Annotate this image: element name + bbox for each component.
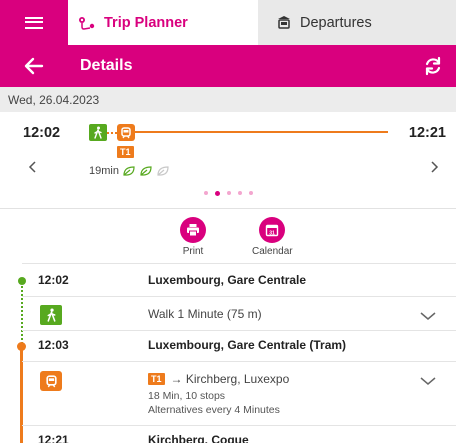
chevron-down-icon	[420, 377, 436, 385]
arrow-left-icon	[24, 57, 44, 75]
timeline-stop-dot	[18, 277, 26, 285]
trip-duration: 19min	[89, 165, 170, 177]
stop-time: 12:21	[38, 433, 69, 443]
timeline-stop-dot	[17, 342, 26, 351]
pager-dot[interactable]	[203, 191, 208, 195]
row-separator	[22, 263, 456, 264]
tab-departures-label: Departures	[300, 14, 372, 31]
tab-trip-planner-label: Trip Planner	[104, 14, 188, 31]
calendar-button[interactable]: 31 Calendar	[252, 217, 293, 257]
tab-departures[interactable]: Departures	[258, 0, 456, 45]
leaf-outline-icon	[156, 165, 170, 177]
leaf-icon	[139, 165, 153, 177]
tram-leg-info: 18 Min, 10 stops	[148, 390, 226, 402]
print-button[interactable]: Print	[180, 217, 206, 257]
chevron-down-icon	[420, 312, 436, 320]
menu-button[interactable]	[0, 0, 68, 45]
row-separator	[22, 296, 456, 297]
calendar-label: Calendar	[252, 246, 293, 257]
tab-trip-planner[interactable]: Trip Planner	[68, 0, 258, 45]
row-separator	[22, 361, 456, 362]
print-label: Print	[182, 246, 204, 257]
chevron-left-icon	[28, 161, 36, 173]
tram-frequency: Alternatives every 4 Minutes	[148, 404, 280, 416]
arrival-time: 12:21	[408, 125, 446, 141]
details-header: Details	[0, 45, 456, 87]
departure-time: 12:02	[23, 125, 61, 141]
tram-destination: Kirchberg, Luxexpo	[185, 372, 290, 386]
timeline-walk-segment	[21, 282, 23, 344]
expand-walk-button[interactable]	[418, 309, 438, 321]
walk-connector	[107, 132, 117, 134]
journey-summary[interactable]: 12:02 12:21 T1 19min	[0, 112, 456, 207]
line-badge: T1	[148, 373, 165, 385]
page-title: Details	[80, 57, 133, 74]
stop-name[interactable]: Kirchberg, Coque	[148, 433, 249, 443]
tram-leg-heading: T1 → Kirchberg, Luxexpo	[148, 372, 289, 386]
route-line	[135, 131, 388, 133]
chevron-right-icon	[431, 161, 439, 173]
calendar-icon: 31	[259, 217, 286, 243]
stop-time: 12:02	[38, 273, 69, 287]
back-button[interactable]	[22, 55, 46, 77]
tram-icon	[40, 371, 62, 391]
pager-dot[interactable]	[226, 191, 231, 195]
stop-time: 12:03	[38, 338, 69, 352]
route-icon	[78, 16, 96, 30]
line-badge: T1	[117, 146, 134, 158]
pager-dot-active[interactable]	[214, 191, 220, 196]
top-tab-bar: Trip Planner Departures	[0, 0, 456, 45]
pager-dot[interactable]	[237, 191, 242, 195]
hamburger-icon	[25, 16, 43, 29]
walk-icon	[89, 124, 107, 141]
leaf-icon	[122, 165, 136, 177]
duration-text: 19min	[89, 165, 119, 177]
direction-arrow: →	[170, 372, 183, 386]
date-bar: Wed, 26.04.2023	[0, 87, 456, 112]
row-separator	[22, 330, 456, 331]
refresh-icon	[425, 56, 441, 76]
stop-name[interactable]: Luxembourg, Gare Centrale	[148, 273, 306, 287]
next-connection-button[interactable]	[429, 158, 439, 179]
tram-icon	[117, 124, 135, 141]
connection-pager	[0, 191, 456, 196]
refresh-button[interactable]	[422, 55, 444, 77]
walk-icon	[40, 305, 62, 325]
expand-tram-button[interactable]	[418, 374, 438, 386]
walk-leg-text: Walk 1 Minute (75 m)	[148, 307, 262, 321]
previous-connection-button[interactable]	[28, 158, 38, 179]
divider	[0, 208, 456, 209]
pager-dot[interactable]	[248, 191, 253, 195]
printer-icon	[180, 217, 206, 243]
calendar-day: 31	[270, 230, 276, 236]
stop-name[interactable]: Luxembourg, Gare Centrale (Tram)	[148, 338, 346, 352]
bus-stop-icon	[276, 15, 292, 30]
row-separator	[22, 425, 456, 426]
